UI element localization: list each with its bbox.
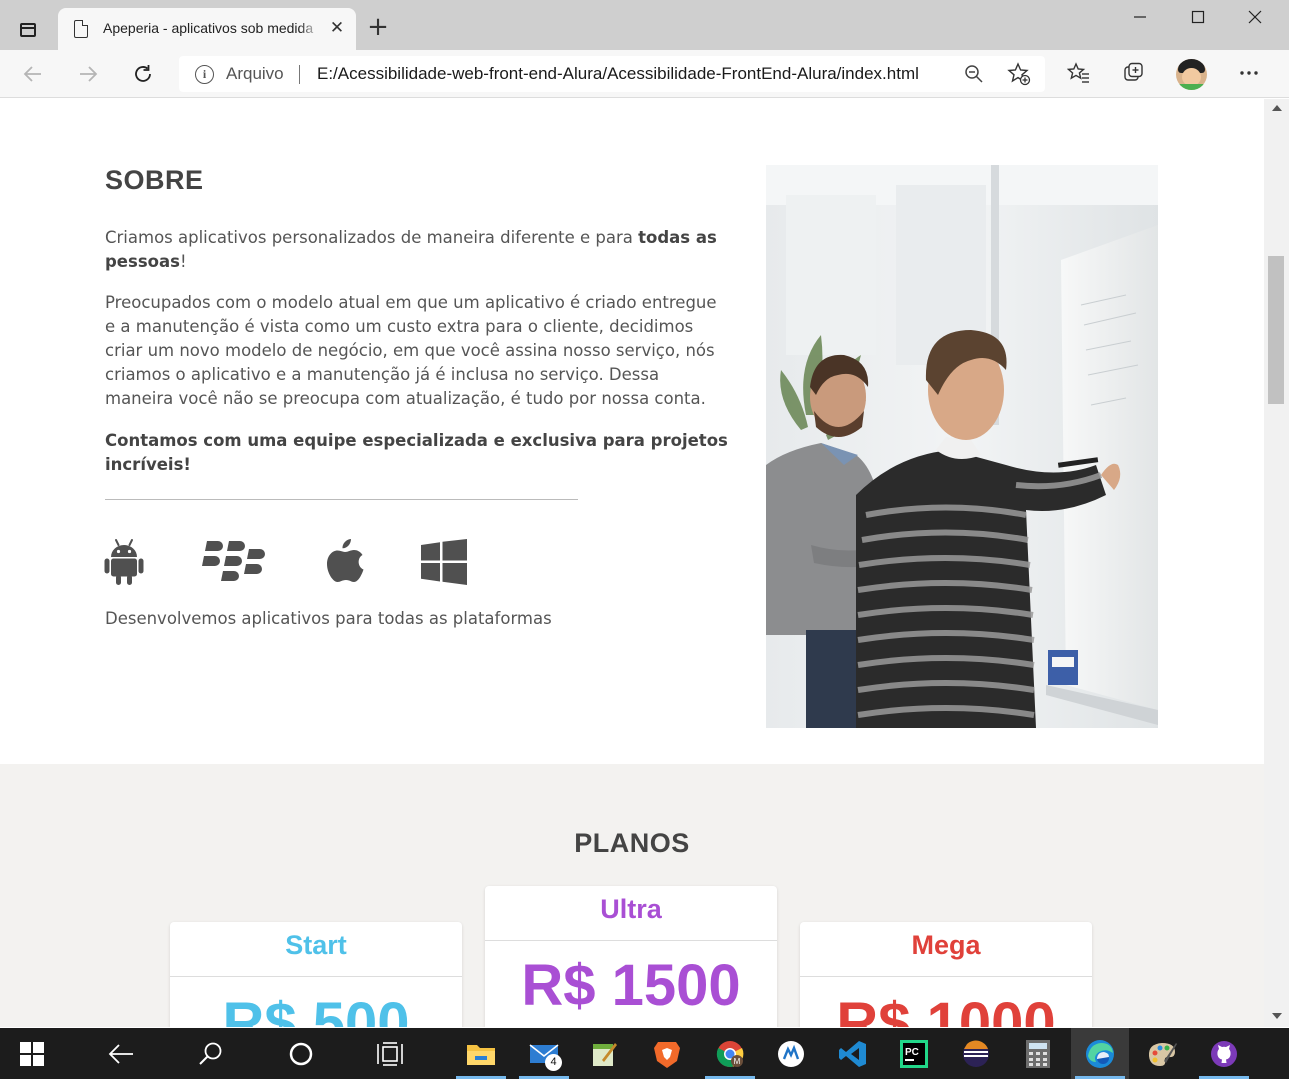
svg-text:M: M bbox=[734, 1057, 741, 1066]
sobre-heading: SOBRE bbox=[105, 165, 204, 195]
tab-bar: Apeperia - aplicativos sob medida ✕ + bbox=[0, 0, 1289, 50]
cortana-icon[interactable] bbox=[272, 1028, 330, 1079]
plan-name: Ultra bbox=[600, 894, 662, 924]
add-favorite-icon[interactable] bbox=[1007, 62, 1031, 86]
favorites-icon[interactable] bbox=[1066, 61, 1092, 87]
windows-icon bbox=[421, 539, 467, 589]
back-icon[interactable] bbox=[92, 1028, 150, 1079]
info-icon[interactable]: i bbox=[195, 65, 214, 84]
sobre-intro-paragraph: Criamos aplicativos personalizados de ma… bbox=[105, 228, 717, 271]
plan-card-start[interactable]: Start R$ 500 bbox=[170, 922, 462, 1027]
sobre-description-paragraph: Preocupados com o modelo atual em que um… bbox=[105, 293, 717, 408]
paint-icon[interactable] bbox=[1133, 1028, 1191, 1079]
page-icon bbox=[74, 20, 88, 38]
apple-icon bbox=[325, 538, 365, 590]
taskbar: 4 M PC bbox=[0, 1028, 1289, 1079]
plan-divider bbox=[170, 976, 462, 977]
close-window-icon[interactable] bbox=[1243, 8, 1267, 32]
plan-divider bbox=[800, 976, 1092, 977]
zoom-icon[interactable] bbox=[964, 64, 984, 84]
more-icon[interactable] bbox=[1236, 61, 1262, 87]
scroll-down-icon[interactable] bbox=[1272, 1013, 1282, 1019]
vertical-scrollbar[interactable] bbox=[1264, 99, 1289, 1027]
tab-title: Apeperia - aplicativos sob medida bbox=[103, 20, 321, 36]
profile-avatar[interactable] bbox=[1176, 59, 1207, 90]
sobre-team-paragraph: Contamos com uma equipe especializada e … bbox=[105, 431, 728, 474]
team-photo bbox=[766, 165, 1158, 728]
new-tab-button[interactable]: + bbox=[366, 14, 390, 40]
file-explorer-icon[interactable] bbox=[452, 1028, 510, 1079]
plan-name: Start bbox=[285, 930, 347, 960]
planos-section: PLANOS Start R$ 500 Ultra R$ 1500 Mega R… bbox=[0, 764, 1264, 1027]
page-viewport: SOBRE Criamos aplicativos personalizados… bbox=[0, 99, 1264, 1027]
mail-icon[interactable]: 4 bbox=[515, 1028, 573, 1079]
tab-actions-icon[interactable] bbox=[12, 14, 44, 46]
notepad-app-icon[interactable] bbox=[575, 1028, 633, 1079]
scrollbar-thumb[interactable] bbox=[1268, 256, 1284, 404]
refresh-icon[interactable] bbox=[129, 60, 157, 88]
collections-icon[interactable] bbox=[1121, 61, 1147, 87]
forward-icon[interactable] bbox=[74, 60, 102, 88]
chrome-icon[interactable]: M bbox=[701, 1028, 759, 1079]
plan-card-mega[interactable]: Mega R$ 1000 bbox=[800, 922, 1092, 1027]
maximize-icon[interactable] bbox=[1186, 8, 1210, 32]
plan-price: R$ 500 bbox=[222, 991, 410, 1027]
close-tab-icon[interactable]: ✕ bbox=[327, 18, 347, 38]
plan-name: Mega bbox=[911, 930, 981, 960]
android-icon bbox=[104, 537, 144, 589]
search-icon[interactable] bbox=[182, 1028, 240, 1079]
pycharm-icon[interactable]: PC bbox=[885, 1028, 943, 1079]
address-separator bbox=[299, 65, 300, 84]
eclipse-icon[interactable] bbox=[947, 1028, 1005, 1079]
start-icon[interactable] bbox=[3, 1028, 61, 1079]
mail-badge: 4 bbox=[545, 1054, 562, 1071]
blackberry-icon bbox=[202, 540, 268, 590]
address-url[interactable]: E:/Acessibilidade-web-front-end-Alura/Ac… bbox=[317, 64, 919, 84]
plan-divider bbox=[485, 940, 777, 941]
scroll-up-icon[interactable] bbox=[1272, 105, 1282, 111]
github-desktop-icon[interactable] bbox=[1195, 1028, 1253, 1079]
address-scheme: Arquivo bbox=[226, 64, 284, 83]
minimize-icon[interactable] bbox=[1128, 8, 1152, 32]
browser-tab[interactable]: Apeperia - aplicativos sob medida ✕ bbox=[58, 8, 356, 50]
back-icon[interactable] bbox=[19, 60, 47, 88]
navigation-bar: i Arquivo E:/Acessibilidade-web-front-en… bbox=[0, 50, 1289, 98]
planos-heading: PLANOS bbox=[574, 828, 690, 858]
task-view-icon[interactable] bbox=[362, 1028, 420, 1079]
sobre-divider bbox=[105, 499, 578, 500]
edge-icon[interactable] bbox=[1071, 1028, 1129, 1079]
address-bar[interactable]: i Arquivo E:/Acessibilidade-web-front-en… bbox=[179, 56, 1045, 92]
calculator-icon[interactable] bbox=[1009, 1028, 1067, 1079]
platforms-caption: Desenvolvemos aplicativos para todas as … bbox=[105, 609, 552, 628]
edge-dev-icon[interactable] bbox=[762, 1028, 820, 1079]
svg-text:PC: PC bbox=[905, 1047, 919, 1058]
brave-icon[interactable] bbox=[638, 1028, 696, 1079]
plan-price: R$ 1000 bbox=[836, 991, 1056, 1027]
plan-card-ultra[interactable]: Ultra R$ 1500 bbox=[485, 886, 777, 1027]
plan-price: R$ 1500 bbox=[521, 953, 741, 1018]
vscode-icon[interactable] bbox=[824, 1028, 882, 1079]
